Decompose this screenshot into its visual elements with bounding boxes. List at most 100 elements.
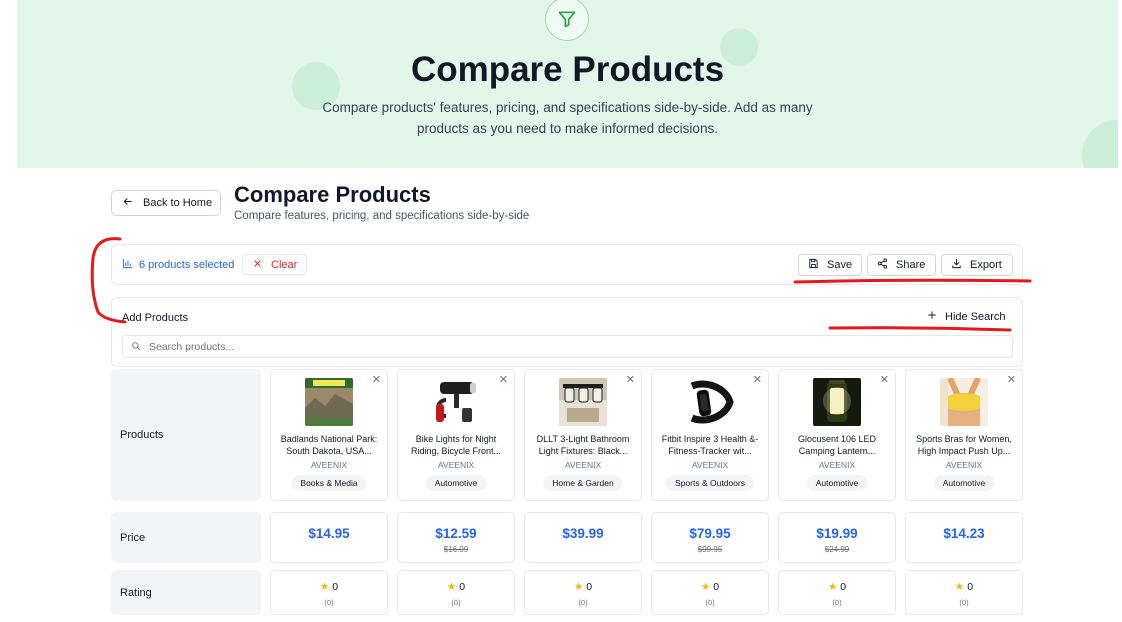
product-brand: AVEENIX — [945, 460, 983, 470]
product-card[interactable]: ✕ Bike Lights for Night Riding, Bicycle … — [397, 369, 515, 501]
product-brand: AVEENIX — [437, 460, 475, 470]
product-name: Badlands National Park: South Dakota, US… — [280, 434, 378, 456]
rating-value: 0 — [840, 581, 847, 593]
product-card[interactable]: ✕ Glocusent 106 LED Camping Lantern... A… — [778, 369, 896, 501]
remove-product-icon[interactable]: ✕ — [499, 373, 508, 387]
product-price: $79.95 — [689, 526, 731, 541]
hero-banner: Compare Products Compare products' featu… — [17, 0, 1118, 168]
close-icon — [253, 259, 262, 271]
clear-button[interactable]: Clear — [242, 254, 307, 275]
remove-product-icon[interactable]: ✕ — [753, 373, 762, 387]
row-label-price: Price — [111, 512, 261, 563]
rating-value: 0 — [586, 581, 593, 593]
original-price: $24.99 — [824, 545, 850, 554]
category-badge: Automotive — [425, 475, 487, 491]
hero-subtitle: Compare products' features, pricing, and… — [322, 100, 813, 136]
back-to-home-label: Back to Home — [143, 197, 213, 209]
price-cell: $79.95 $99.95 — [651, 512, 769, 563]
save-icon — [808, 258, 819, 272]
product-card[interactable]: ✕ Fitbit Inspire 3 Health &-Fitness-Trac… — [651, 369, 769, 501]
star-icon: ★ — [827, 581, 838, 593]
rating-cell: ★ 0 (0) — [905, 570, 1023, 615]
product-image-bike-light — [432, 378, 480, 426]
category-badge: Automotive — [806, 475, 868, 491]
product-image-fitness-tracker — [686, 378, 734, 426]
review-count: (0) — [959, 598, 969, 607]
share-icon — [877, 258, 888, 272]
rating-cell: ★ 0 (0) — [524, 570, 642, 615]
product-price: $19.99 — [816, 526, 858, 541]
hero-title: Compare Products — [410, 50, 725, 89]
hide-search-button[interactable]: Hide Search — [927, 310, 1006, 323]
rating-cell: ★ 0 (0) — [778, 570, 896, 615]
rating-cell: ★ 0 (0) — [397, 570, 515, 615]
price-cell: $39.99 — [524, 512, 642, 563]
category-badge: Sports & Outdoors — [666, 475, 754, 491]
product-card[interactable]: ✕ Badlands National Park: South Dakota, … — [270, 369, 388, 501]
rating-value: 0 — [967, 581, 974, 593]
price-cell: $14.23 — [905, 512, 1023, 563]
save-button[interactable]: Save — [798, 254, 862, 276]
product-image-camping-lantern — [813, 378, 861, 426]
review-count: (0) — [451, 598, 461, 607]
save-label: Save — [827, 259, 853, 271]
row-label-rating: Rating — [111, 570, 261, 615]
arrow-left-icon — [122, 196, 133, 210]
product-card[interactable]: ✕ Sports Bras for Women, High Impact Pus… — [905, 369, 1023, 501]
rating-value: 0 — [459, 581, 466, 593]
product-image-bathroom-fixture — [559, 378, 607, 426]
plus-icon — [927, 310, 937, 323]
share-button[interactable]: Share — [867, 254, 936, 276]
product-price: $39.99 — [562, 526, 604, 541]
review-count: (0) — [324, 598, 334, 607]
decorative-circle — [1082, 120, 1118, 168]
price-cell: $14.95 — [270, 512, 388, 563]
back-to-home-button[interactable]: Back to Home — [111, 190, 221, 216]
product-name: Sports Bras for Women, High Impact Push … — [916, 434, 1012, 456]
product-brand: AVEENIX — [310, 460, 348, 470]
clear-label: Clear — [271, 258, 298, 271]
search-input[interactable] — [149, 340, 1009, 353]
filter-icon — [545, 0, 589, 41]
export-label: Export — [970, 259, 1002, 271]
page-subtitle: Compare features, pricing, and specifica… — [234, 210, 530, 222]
rating-value: 0 — [332, 581, 339, 593]
bar-chart-icon — [122, 258, 133, 272]
product-price: $12.59 — [435, 526, 477, 541]
product-search-field[interactable] — [122, 335, 1013, 358]
star-icon: ★ — [954, 581, 965, 593]
remove-product-icon[interactable]: ✕ — [372, 373, 381, 387]
row-label-products: Products — [111, 369, 261, 501]
product-name: Fitbit Inspire 3 Health &-Fitness-Tracke… — [661, 434, 759, 456]
price-cell: $19.99 $24.99 — [778, 512, 896, 563]
product-brand: AVEENIX — [564, 460, 602, 470]
rating-cell: ★ 0 (0) — [651, 570, 769, 615]
product-brand: AVEENIX — [818, 460, 856, 470]
download-icon — [951, 258, 962, 272]
selected-count-text: 6 products selected — [139, 259, 235, 271]
compare-page: Compare Products Compare products' featu… — [0, 0, 1122, 622]
product-brand: AVEENIX — [691, 460, 729, 470]
product-name: DLLT 3-Light Bathroom Light Fixtures: Bl… — [536, 434, 630, 456]
product-name: Glocusent 106 LED Camping Lantern... — [797, 434, 877, 456]
remove-product-icon[interactable]: ✕ — [626, 373, 635, 387]
product-card[interactable]: ✕ DLLT 3-Light Bathroom Light Fixtures: … — [524, 369, 642, 501]
category-badge: Home & Garden — [543, 475, 623, 491]
star-icon: ★ — [319, 581, 330, 593]
hide-search-label: Hide Search — [945, 310, 1006, 323]
comparison-toolbar: 6 products selected Clear Save Share Exp… — [111, 244, 1023, 285]
add-products-title: Add Products — [122, 312, 189, 324]
remove-product-icon[interactable]: ✕ — [1007, 373, 1016, 387]
search-icon — [131, 338, 141, 356]
category-badge: Automotive — [933, 475, 995, 491]
star-icon: ★ — [573, 581, 584, 593]
export-button[interactable]: Export — [941, 254, 1013, 276]
star-icon: ★ — [700, 581, 711, 593]
review-count: (0) — [705, 598, 715, 607]
remove-product-icon[interactable]: ✕ — [880, 373, 889, 387]
price-cell: $12.59 $16.99 — [397, 512, 515, 563]
product-image-sports-bra — [940, 378, 988, 426]
original-price: $16.99 — [443, 545, 469, 554]
page-title: Compare Products — [234, 182, 431, 207]
product-price: $14.23 — [943, 526, 985, 541]
